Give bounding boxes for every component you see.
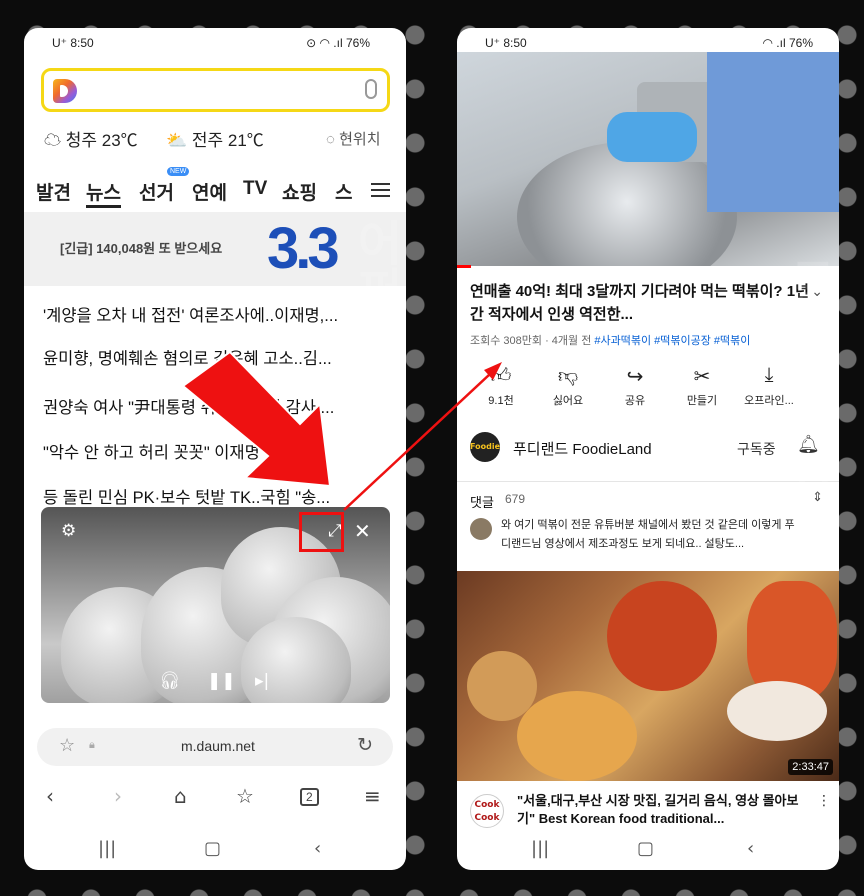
more-menu-icon[interactable]: ≡ <box>364 784 381 808</box>
tabs-count-icon[interactable]: 2 <box>300 788 319 806</box>
thumbs-up-icon: 👍︎ <box>490 365 512 387</box>
left-phone-screen: U⁺ 8:50 ⊙ ◠ .ıl 76% ☁ 청주 23℃ ⛅ 전주 21℃ ◌ … <box>24 28 406 870</box>
system-back-icon[interactable]: ‹ <box>314 838 321 859</box>
status-icons: ⊙ ◠ .ıl 76% <box>306 36 370 50</box>
home-button-icon[interactable]: ▢ <box>204 838 221 859</box>
ad-big-text: 3.3 <box>267 216 340 281</box>
hamburger-menu-icon[interactable] <box>371 183 390 197</box>
more-options-icon[interactable]: ⋮ <box>817 793 831 809</box>
video-frame-shape <box>607 581 717 691</box>
status-icons: ◠ .ıl 76% <box>762 36 814 50</box>
video-tags[interactable]: #사과떡볶이 #떡볶이공장 #떡볶이 <box>594 335 750 347</box>
pause-icon[interactable]: ❚❚ <box>207 671 236 691</box>
url-text[interactable]: m.daum.net <box>181 738 255 754</box>
status-bar: U⁺ 8:50 ⊙ ◠ .ıl 76% <box>24 28 406 56</box>
system-back-icon[interactable]: ‹ <box>747 838 754 859</box>
share-icon: ↪ <box>626 366 644 388</box>
video-frame-shape <box>707 52 839 212</box>
current-location-button[interactable]: ◌ 현위치 <box>326 128 381 149</box>
remix-icon: ✂ <box>693 366 711 388</box>
video-frame-shape <box>467 651 537 721</box>
video-duration: 2:33:47 <box>788 759 833 775</box>
watermark: 클램이해산 <box>780 258 836 498</box>
system-navigation-bar: ||| ▢ ‹ <box>457 830 839 870</box>
video-frame-shape <box>517 691 637 781</box>
home-button-icon[interactable]: ▢ <box>637 838 654 859</box>
weather-city1[interactable]: ☁ 청주 23℃ <box>44 126 138 151</box>
bookmark-star-icon[interactable]: ☆ <box>59 735 75 756</box>
settings-gear-icon[interactable]: ⚙ <box>61 521 76 541</box>
video-frame-shape <box>727 681 827 741</box>
thumbs-down-icon: 👎︎ <box>557 365 579 387</box>
back-icon[interactable]: ‹ <box>46 784 54 808</box>
bookmarks-icon[interactable]: ☆ <box>236 784 254 808</box>
menu-tab-shopping[interactable]: 쇼핑 <box>282 178 317 205</box>
commenter-avatar <box>470 518 492 540</box>
channel-avatar[interactable]: Foodie <box>470 432 500 462</box>
weather-city2[interactable]: ⛅ 전주 21℃ <box>166 126 264 151</box>
forward-icon[interactable]: › <box>114 784 122 808</box>
menu-tab-discover[interactable]: 발견 <box>36 178 71 205</box>
new-badge: NEW <box>167 167 190 176</box>
system-navigation-bar: ||| ▢ ‹ <box>24 830 406 870</box>
headphones-icon[interactable]: 🎧︎ <box>159 671 181 691</box>
video-frame-shape <box>607 112 697 162</box>
dislike-button[interactable]: 👎︎ 싫어요 <box>538 364 598 408</box>
create-button[interactable]: ✂ 만들기 <box>672 364 732 408</box>
close-icon[interactable]: ✕ <box>354 519 371 543</box>
ad-text: [긴급] 140,048원 또 받으세요 <box>60 241 223 256</box>
share-button[interactable]: ↪ 공유 <box>605 364 665 408</box>
right-phone-screen: U⁺ 8:50 ◠ .ıl 76% 연매출 40억! 최대 3달까지 기다려야 … <box>457 28 839 870</box>
channel-name[interactable]: 푸디랜드 FoodieLand <box>513 438 652 459</box>
reload-icon[interactable]: ↻ <box>357 734 373 756</box>
next-video-thumbnail[interactable]: 2:33:47 <box>457 571 839 781</box>
recent-apps-icon[interactable]: ||| <box>98 838 116 859</box>
next-video-title[interactable]: "서울,대구,부산 시장 맛집, 길거리 음식, 영상 몰아보기" Best K… <box>517 792 807 826</box>
next-video-channel-avatar[interactable]: Cook Cook <box>470 794 504 828</box>
status-time: U⁺ 8:50 <box>52 36 94 50</box>
lock-icon: 🔒︎ <box>89 738 95 751</box>
comments-label: 댓글 <box>470 495 494 510</box>
video-title[interactable]: 연매출 40억! 최대 3달까지 기다려야 먹는 떡볶이? 1년간 적자에서 인… <box>470 280 810 326</box>
video-meta: 조회수 308만회 · 4개월 전 #사과떡볶이 #떡볶이공장 #떡볶이 <box>470 335 751 347</box>
menu-tab-tv[interactable]: TV <box>243 178 267 200</box>
comments-count: 679 <box>505 492 526 506</box>
menu-tab-news[interactable]: 뉴스 <box>86 178 121 208</box>
youtube-video-player[interactable] <box>457 52 839 266</box>
daum-search-bar[interactable] <box>41 68 390 112</box>
microphone-icon[interactable] <box>365 79 377 99</box>
category-menu: 발견 뉴스 선거 연예 TV 쇼핑 스 <box>24 178 406 212</box>
like-button[interactable]: 👍︎ 9.1천 <box>471 364 531 408</box>
daum-logo-icon <box>53 79 77 103</box>
top-comment: 와 여기 떡볶이 전문 유튜버분 채널에서 봤던 것 같은데 이렇게 푸디랜드님… <box>501 519 795 550</box>
highlight-box <box>299 512 344 552</box>
menu-tab-entertainment[interactable]: 연예 <box>192 178 227 205</box>
status-time: U⁺ 8:50 <box>485 36 527 50</box>
next-icon[interactable]: ▸| <box>255 671 269 691</box>
menu-tab-election[interactable]: 선거 <box>139 178 174 205</box>
subscribed-button[interactable]: 구독중 <box>737 439 776 459</box>
menu-tab-sports[interactable]: 스 <box>335 178 352 205</box>
url-bar[interactable]: ☆ 🔒︎ m.daum.net ↻ <box>37 728 393 766</box>
home-icon[interactable]: ⌂ <box>174 784 187 808</box>
recent-apps-icon[interactable]: ||| <box>531 838 549 859</box>
progress-bar[interactable] <box>457 265 471 268</box>
